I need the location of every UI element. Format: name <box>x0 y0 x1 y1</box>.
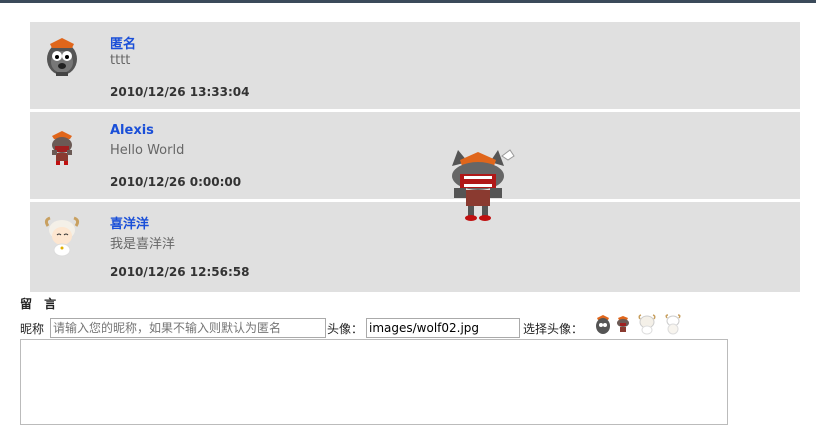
message-author: 喜洋洋 <box>110 217 150 232</box>
nickname-label: 昵称 <box>20 322 45 336</box>
form-title: 留 言 <box>20 297 61 311</box>
white-sheep-choice-icon[interactable] <box>664 313 682 335</box>
message-item: Alexis Hello World 2010/12/26 0:00:00 <box>30 112 800 199</box>
dragged-wolf-avatar-icon[interactable] <box>438 146 520 224</box>
sheep-choice-icon[interactable] <box>638 313 656 335</box>
red-wolf-choice-icon[interactable] <box>614 313 632 335</box>
gray-wolf-choice-icon[interactable] <box>594 313 612 335</box>
gray-wolf-avatar-icon <box>47 38 77 76</box>
message-content-textarea[interactable] <box>20 339 728 425</box>
message-time: 2010/12/26 13:33:04 <box>110 85 250 99</box>
sheep-avatar-icon <box>44 216 80 257</box>
message-item: 喜洋洋 我是喜洋洋 2010/12/26 12:56:58 <box>30 202 800 292</box>
message-text: 我是喜洋洋 <box>110 237 176 252</box>
top-border <box>0 0 816 3</box>
message-item: 匿名 tttt 2010/12/26 13:33:04 <box>30 22 800 109</box>
nickname-input[interactable] <box>50 318 326 338</box>
red-wolf-avatar-icon <box>52 131 72 165</box>
message-text: Hello World <box>110 143 185 158</box>
avatar-label: 头像： <box>327 322 364 336</box>
form-row: 昵称 头像： 选择头像： <box>20 314 720 340</box>
message-text: tttt <box>110 53 131 68</box>
avatar-path-input[interactable] <box>366 318 520 338</box>
choose-avatar-label: 选择头像： <box>523 322 584 336</box>
message-time: 2010/12/26 12:56:58 <box>110 265 250 279</box>
message-author: 匿名 <box>110 37 137 52</box>
message-author: Alexis <box>110 123 154 138</box>
message-list: 匿名 tttt 2010/12/26 13:33:04 Alexis Hello… <box>30 22 800 295</box>
message-time: 2010/12/26 0:00:00 <box>110 175 242 189</box>
